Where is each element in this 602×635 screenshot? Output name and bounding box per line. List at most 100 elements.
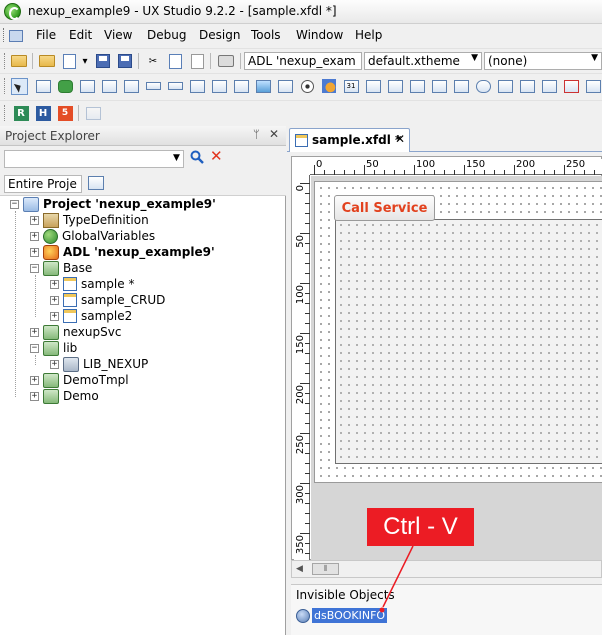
tab-tool-icon[interactable] xyxy=(386,77,404,95)
invisible-objects-panel: Invisible Objects dsBOOKINFO xyxy=(291,584,602,635)
menu-tool-icon[interactable] xyxy=(518,77,536,95)
tree-item-adl[interactable]: + ADL 'nexup_example9' xyxy=(30,244,215,260)
scroll-thumb[interactable]: ⦀ xyxy=(312,563,339,575)
menu-edit[interactable]: Edit xyxy=(69,28,92,42)
new-project-icon[interactable] xyxy=(10,52,28,70)
cut-icon[interactable]: ✂ xyxy=(144,52,162,70)
filter-icon[interactable] xyxy=(88,176,104,192)
popupdiv-tool-icon[interactable] xyxy=(540,77,558,95)
maskedit-tool-icon[interactable] xyxy=(166,77,184,95)
toolbar-grip[interactable] xyxy=(4,78,7,94)
splitter-tool-icon[interactable] xyxy=(452,77,470,95)
search-input[interactable] xyxy=(4,150,184,168)
expand-icon[interactable]: + xyxy=(30,215,39,225)
menu-tools[interactable]: Tools xyxy=(251,28,281,42)
radio-tool-icon[interactable] xyxy=(298,77,316,95)
scroll-tool-icon[interactable] xyxy=(430,77,448,95)
tree-item-sample-crud[interactable]: + sample_CRUD xyxy=(50,292,165,308)
form-icon xyxy=(295,134,308,147)
tree-item-lib-nexup[interactable]: + LIB_NEXUP xyxy=(50,356,148,372)
spin-tool-icon[interactable] xyxy=(408,77,426,95)
checkbox-tool-icon[interactable] xyxy=(122,77,140,95)
tree-item-demo[interactable]: + Demo xyxy=(30,388,99,404)
save-all-icon[interactable] xyxy=(116,52,134,70)
copy-icon[interactable] xyxy=(166,52,184,70)
tree-item-nexupsvc[interactable]: + nexupSvc xyxy=(30,324,121,340)
menu-file[interactable]: File xyxy=(36,28,56,42)
dropdown-arrow-icon[interactable]: ▾ xyxy=(76,52,94,70)
tree-item-demotmpl[interactable]: + DemoTmpl xyxy=(30,372,129,388)
html5-icon[interactable]: 5 xyxy=(56,104,74,122)
none-combo[interactable]: (none) ▼ xyxy=(484,52,602,70)
textarea-tool-icon[interactable] xyxy=(232,77,250,95)
chevron-down-icon[interactable]: ▼ xyxy=(173,153,180,163)
toolbar-grip[interactable] xyxy=(4,105,7,121)
expand-icon[interactable]: + xyxy=(30,327,39,337)
print-icon[interactable] xyxy=(217,52,235,70)
static-tool-icon[interactable] xyxy=(364,77,382,95)
h-tool-icon[interactable]: H xyxy=(34,104,52,122)
paste-icon[interactable] xyxy=(188,52,206,70)
horizontal-scrollbar[interactable]: ◀ ⦀ xyxy=(291,560,602,578)
tree-item-lib[interactable]: − lib xyxy=(30,340,77,356)
form-design-area[interactable]: 0 50 100 150 200 250 0 50 100 150 200 25… xyxy=(291,156,602,561)
expand-icon[interactable]: + xyxy=(30,247,39,257)
shape-tool-icon[interactable] xyxy=(320,77,338,95)
expand-icon[interactable]: + xyxy=(50,359,59,369)
pin-icon[interactable]: ᛘ xyxy=(253,128,260,141)
close-icon[interactable]: ✕ xyxy=(269,127,279,141)
r-tool-icon[interactable]: R xyxy=(12,104,30,122)
scroll-left-icon[interactable]: ◀ xyxy=(296,564,303,574)
progressbar-tool-icon[interactable] xyxy=(496,77,514,95)
library-icon xyxy=(63,356,79,372)
expand-icon[interactable]: + xyxy=(50,311,59,321)
div-tool-icon[interactable] xyxy=(34,77,52,95)
scope-select[interactable]: Entire Proje xyxy=(4,175,82,193)
menu-design[interactable]: Design xyxy=(199,28,240,42)
tree-item-base[interactable]: − Base xyxy=(30,260,92,276)
open-icon[interactable] xyxy=(38,52,56,70)
toolbar-grip[interactable] xyxy=(4,53,7,69)
listbox-tool-icon[interactable] xyxy=(276,77,294,95)
plugin-tool-icon[interactable] xyxy=(584,77,602,95)
theme-combo[interactable]: default.xtheme ▼ xyxy=(364,52,482,70)
save-icon[interactable] xyxy=(94,52,112,70)
grid-tool-icon[interactable] xyxy=(188,77,206,95)
clear-icon[interactable]: ✕ xyxy=(210,149,223,164)
menu-help[interactable]: Help xyxy=(355,28,382,42)
menu-handle-icon[interactable] xyxy=(3,28,23,42)
collapse-icon[interactable]: − xyxy=(30,263,39,273)
dataset-tool-icon[interactable] xyxy=(474,77,492,95)
selector-tool-icon[interactable] xyxy=(10,77,28,95)
groupbox-tool-icon[interactable] xyxy=(210,77,228,95)
webbrowser-tool-icon[interactable] xyxy=(562,77,580,95)
tree-item-typedefinition[interactable]: + TypeDefinition xyxy=(30,212,149,228)
search-icon[interactable] xyxy=(190,150,204,164)
form-grid-component[interactable] xyxy=(335,219,602,464)
adl-combo[interactable]: ADL 'nexup_exam xyxy=(244,52,362,70)
tree-item-sample2[interactable]: + sample2 xyxy=(50,308,132,324)
tree-item-globalvariables[interactable]: + GlobalVariables xyxy=(30,228,155,244)
imageviewer-tool-icon[interactable] xyxy=(254,77,272,95)
dataset-item[interactable]: dsBOOKINFO xyxy=(296,607,388,624)
collapse-icon[interactable]: − xyxy=(30,343,39,353)
calendar31-tool-icon[interactable]: 31 xyxy=(342,77,360,95)
expand-icon[interactable]: + xyxy=(30,375,39,385)
combo-tool-icon[interactable] xyxy=(78,77,96,95)
tree-item-project[interactable]: − Project 'nexup_example9' xyxy=(10,196,216,212)
expand-icon[interactable]: + xyxy=(50,279,59,289)
button-tool-icon[interactable] xyxy=(56,77,74,95)
call-service-button[interactable]: Call Service xyxy=(334,195,435,221)
tree-item-sample[interactable]: + sample * xyxy=(50,276,134,292)
expand-icon[interactable]: + xyxy=(30,391,39,401)
calendar-tool-icon[interactable] xyxy=(100,77,118,95)
menu-window[interactable]: Window xyxy=(296,28,343,42)
close-icon[interactable]: ✕ xyxy=(395,132,405,146)
expand-icon[interactable]: + xyxy=(30,231,39,241)
menu-debug[interactable]: Debug xyxy=(147,28,186,42)
expand-icon[interactable]: + xyxy=(50,295,59,305)
tab-sample-xfdl[interactable]: sample.xfdl * ✕ xyxy=(289,128,410,152)
edit-tool-icon[interactable] xyxy=(144,77,162,95)
collapse-icon[interactable]: − xyxy=(10,199,19,209)
menu-view[interactable]: View xyxy=(104,28,132,42)
